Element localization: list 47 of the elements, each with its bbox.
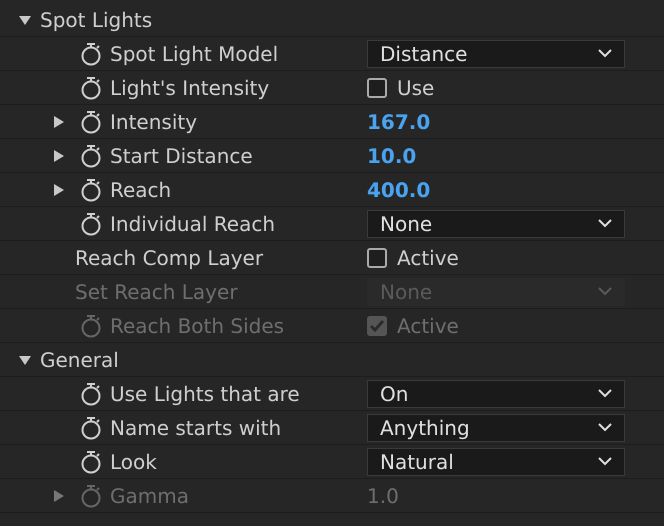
stopwatch-icon[interactable] bbox=[80, 212, 102, 236]
property-label: Spot Light Model bbox=[110, 42, 278, 66]
property-label: Light's Intensity bbox=[110, 76, 270, 100]
checkbox-label: Active bbox=[397, 314, 459, 338]
checkbox-label: Use bbox=[397, 76, 434, 100]
property-label: Reach Both Sides bbox=[110, 314, 284, 338]
stopwatch-icon[interactable] bbox=[80, 42, 102, 66]
property-label: Look bbox=[110, 450, 157, 474]
section-title: Spot Lights bbox=[40, 8, 152, 32]
caret-icon bbox=[598, 49, 612, 58]
property-label: Reach bbox=[110, 178, 172, 202]
caret-icon bbox=[598, 219, 612, 228]
value-field[interactable]: 10.0 bbox=[367, 144, 416, 168]
property-label: Intensity bbox=[110, 110, 198, 134]
property-label: Start Distance bbox=[110, 144, 253, 168]
dropdown[interactable]: Distance bbox=[367, 40, 625, 68]
stopwatch-icon[interactable] bbox=[80, 144, 102, 168]
section-title: General bbox=[40, 348, 119, 372]
stopwatch-icon[interactable] bbox=[80, 416, 102, 440]
caret-icon bbox=[598, 389, 612, 398]
property-label: Name starts with bbox=[110, 416, 282, 440]
stopwatch-icon[interactable] bbox=[80, 382, 102, 406]
checkbox[interactable] bbox=[367, 78, 387, 98]
caret-icon bbox=[598, 287, 612, 296]
dropdown[interactable]: On bbox=[367, 380, 625, 408]
expand-triangle-icon[interactable] bbox=[52, 182, 66, 196]
dropdown[interactable]: Natural bbox=[367, 448, 625, 476]
expand-triangle-icon[interactable] bbox=[52, 114, 66, 128]
value-field[interactable]: 167.0 bbox=[367, 110, 430, 134]
dropdown[interactable]: Anything bbox=[367, 414, 625, 442]
dropdown[interactable]: None bbox=[367, 210, 625, 238]
property-label: Set Reach Layer bbox=[75, 280, 238, 304]
property-label: Gamma bbox=[110, 484, 189, 508]
property-label: Individual Reach bbox=[110, 212, 275, 236]
caret-icon bbox=[598, 423, 612, 432]
checkbox-label: Active bbox=[397, 246, 459, 270]
property-label: Reach Comp Layer bbox=[75, 246, 264, 270]
expand-triangle-icon[interactable] bbox=[52, 148, 66, 162]
value-field: 1.0 bbox=[367, 484, 399, 508]
caret-icon bbox=[598, 457, 612, 466]
stopwatch-icon[interactable] bbox=[80, 450, 102, 474]
stopwatch-icon[interactable] bbox=[80, 76, 102, 100]
stopwatch-icon[interactable] bbox=[80, 178, 102, 202]
checkbox[interactable] bbox=[367, 248, 387, 268]
stopwatch-icon[interactable] bbox=[80, 110, 102, 134]
property-label: Use Lights that are bbox=[110, 382, 300, 406]
value-field[interactable]: 400.0 bbox=[367, 178, 430, 202]
